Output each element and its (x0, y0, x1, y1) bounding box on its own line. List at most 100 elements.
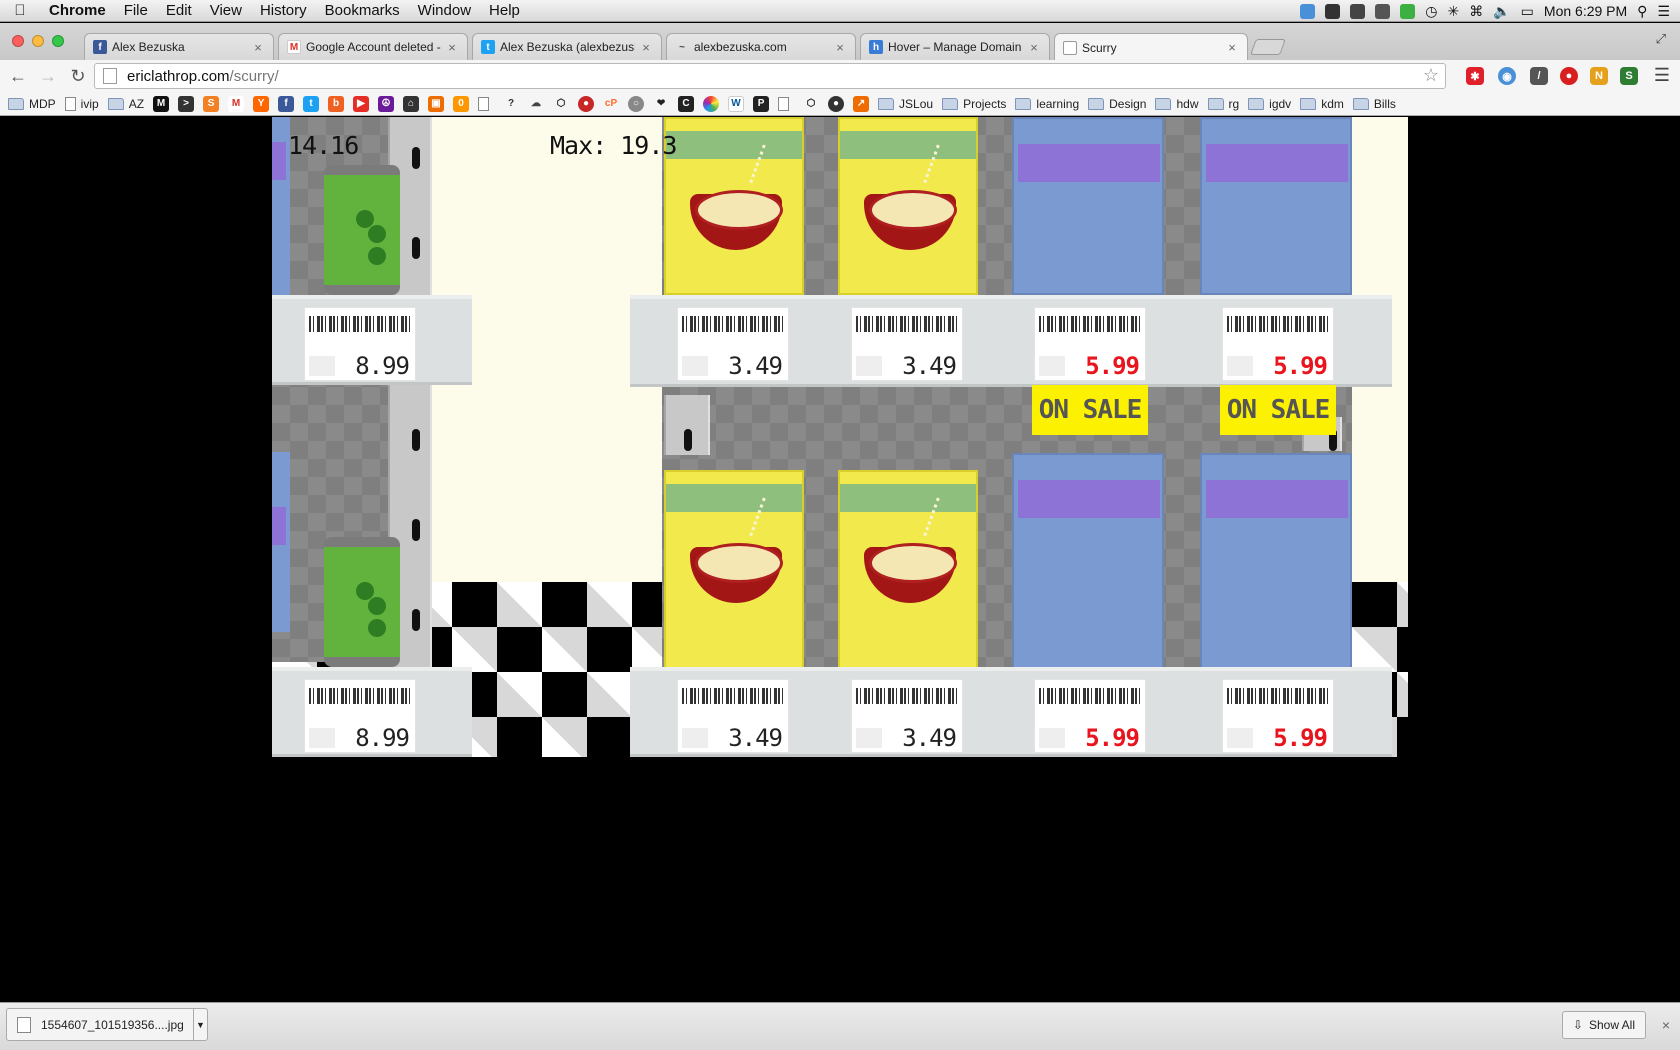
menu-history[interactable]: History (251, 2, 316, 19)
bluetooth-icon[interactable]: ✳ (1448, 3, 1460, 20)
menu-file[interactable]: File (115, 2, 157, 19)
bookmark-icon-globe[interactable]: ○ (628, 95, 645, 112)
menu-window[interactable]: Window (409, 2, 480, 19)
status-icon[interactable] (1375, 3, 1391, 19)
fullscreen-icon[interactable]: ⤢ (1656, 31, 1666, 47)
bookmark-icon-twitter[interactable]: t (303, 95, 320, 112)
bookmark-icon-codepen2[interactable]: ⬡ (803, 96, 819, 112)
menu-edit[interactable]: Edit (157, 2, 201, 19)
show-all-button[interactable]: ⇩ Show All (1561, 1011, 1646, 1039)
bookmark-folder[interactable]: kdm (1300, 97, 1344, 111)
bookmark-icon-p[interactable]: P (753, 95, 770, 112)
menu-app-chrome[interactable]: Chrome (40, 2, 115, 19)
extension-icon[interactable]: S (1620, 67, 1638, 85)
tab-gmail[interactable]: M Google Account deleted - × (278, 33, 468, 60)
bookmark-icon-help[interactable]: ? (503, 96, 519, 112)
bookmark-icon-doc2[interactable] (778, 96, 794, 111)
bookmark-folder[interactable]: JSLou (878, 97, 933, 111)
bookmark-folder[interactable]: Bills (1352, 97, 1396, 111)
bookmark-icon-codepen[interactable]: ⬡ (553, 96, 569, 112)
tab-close-icon[interactable]: × (1225, 40, 1239, 55)
bookmark-icon-color[interactable] (703, 95, 720, 112)
download-item[interactable]: 1554607_101519356....jpg ▼ (6, 1008, 208, 1041)
bookmark-icon-red[interactable]: ● (578, 95, 595, 112)
status-icon[interactable] (1300, 3, 1316, 19)
bookmark-folder[interactable]: Projects (942, 97, 1006, 111)
bookmark-folder[interactable]: Design (1088, 97, 1146, 111)
bookmark-folder[interactable]: igdv (1248, 97, 1291, 111)
status-icon[interactable] (1325, 3, 1341, 19)
bookmark-folder[interactable]: rg (1207, 97, 1239, 111)
bookmark-icon-terminal[interactable]: > (178, 95, 195, 112)
close-icon[interactable]: × (1662, 1017, 1670, 1033)
status-icon[interactable] (1350, 3, 1366, 19)
menu-bookmarks[interactable]: Bookmarks (316, 2, 409, 19)
window-close-button[interactable] (12, 35, 24, 47)
wifi-icon[interactable]: ⌘ (1469, 3, 1483, 20)
tab-facebook[interactable]: f Alex Bezuska × (84, 33, 274, 60)
bookmark-icon-youtube[interactable]: ▶ (353, 95, 370, 112)
bookmark-folder[interactable]: MDP (8, 97, 56, 111)
tab-twitter[interactable]: t Alex Bezuska (alexbezuska × (472, 33, 662, 60)
notification-center-icon[interactable]: ☰ (1657, 3, 1670, 20)
window-zoom-button[interactable] (52, 35, 64, 47)
extension-icon[interactable]: ✱ (1466, 67, 1484, 85)
bookmark-icon-peace[interactable]: ☮ (378, 95, 395, 112)
bookmark-star-icon[interactable]: ☆ (1423, 65, 1439, 86)
box-band (666, 484, 802, 512)
clock[interactable]: Mon 6:29 PM (1544, 3, 1627, 19)
game-canvas[interactable]: 8.99 8.99 3.49 3.49 5.99 5.99 ON SALE ON… (272, 117, 1408, 757)
window-minimize-button[interactable] (32, 35, 44, 47)
bookmark-icon-gmail[interactable]: M (228, 95, 245, 112)
bookmark-icon-w3c[interactable]: W (728, 95, 745, 112)
document-icon (478, 96, 490, 111)
bookmark-icon-octo[interactable]: ● (828, 95, 845, 112)
tab-hover[interactable]: h Hover – Manage Domain D × (860, 33, 1050, 60)
tab-alexbezuska[interactable]: ~ alexbezuska.com × (666, 33, 856, 60)
bookmark-folder[interactable]: learning (1015, 97, 1079, 111)
menu-help[interactable]: Help (480, 2, 529, 19)
new-tab-button[interactable] (1250, 39, 1286, 55)
forward-icon[interactable]: → (36, 64, 60, 88)
tab-close-icon[interactable]: × (445, 40, 459, 55)
reload-icon[interactable]: ↻ (66, 64, 90, 88)
bookmark-icon-facebook[interactable]: f (278, 95, 295, 112)
bookmark-folder[interactable]: hdw (1155, 97, 1199, 111)
tag-box (856, 356, 882, 376)
tab-scurry[interactable]: Scurry × (1054, 33, 1248, 61)
bookmark-icon-doc[interactable] (478, 96, 494, 111)
bookmark-folder[interactable]: AZ (107, 97, 144, 111)
bookmark-icon-heart[interactable]: ❤ (653, 96, 669, 112)
dropdown-arrow-icon[interactable]: ▼ (193, 1009, 207, 1040)
time-machine-icon[interactable]: ◷ (1425, 3, 1437, 20)
address-bar[interactable]: ericlathrop.com /scurry/ ☆ (94, 63, 1446, 89)
spotlight-search-icon[interactable]: ⚲ (1637, 3, 1647, 20)
bookmark-icon-cpanel[interactable]: cP (603, 96, 619, 112)
back-icon[interactable]: ← (6, 64, 30, 88)
bookmark-icon-stack[interactable]: S (203, 95, 220, 112)
tab-close-icon[interactable]: × (1027, 40, 1041, 55)
tab-close-icon[interactable]: × (833, 40, 847, 55)
bookmark-icon-css[interactable]: C (678, 95, 695, 112)
bookmark-icon-medium[interactable]: M (153, 95, 170, 112)
chrome-menu-icon[interactable]: ☰ (1654, 65, 1670, 86)
bookmark-icon-hn[interactable]: Y (253, 95, 270, 112)
bookmark-icon-bitly[interactable]: b (328, 95, 345, 112)
eyedropper-icon[interactable]: / (1530, 67, 1548, 85)
bookmark-icon-bank[interactable]: ⌂ (403, 95, 420, 112)
bookmark-icon-cloud[interactable]: ☁ (528, 96, 544, 112)
bookmark-item[interactable]: ivip (64, 96, 99, 111)
tab-close-icon[interactable]: × (251, 40, 265, 55)
bookmark-icon-orange2[interactable]: 0 (453, 95, 470, 112)
extension-icon[interactable]: ◉ (1498, 67, 1516, 85)
volume-icon[interactable]: 🔈 (1493, 3, 1510, 20)
extension-icon[interactable]: N (1590, 67, 1608, 85)
bookmark-icon-chart[interactable]: ↗ (853, 95, 870, 112)
apple-icon[interactable]:  (0, 2, 40, 19)
extension-icon[interactable]: ● (1560, 67, 1578, 85)
battery-meter-icon[interactable] (1400, 3, 1416, 19)
menu-view[interactable]: View (201, 2, 251, 19)
bookmark-icon-orange[interactable]: ▣ (428, 95, 445, 112)
tab-close-icon[interactable]: × (639, 40, 653, 55)
battery-icon[interactable]: ▭ (1521, 3, 1534, 20)
